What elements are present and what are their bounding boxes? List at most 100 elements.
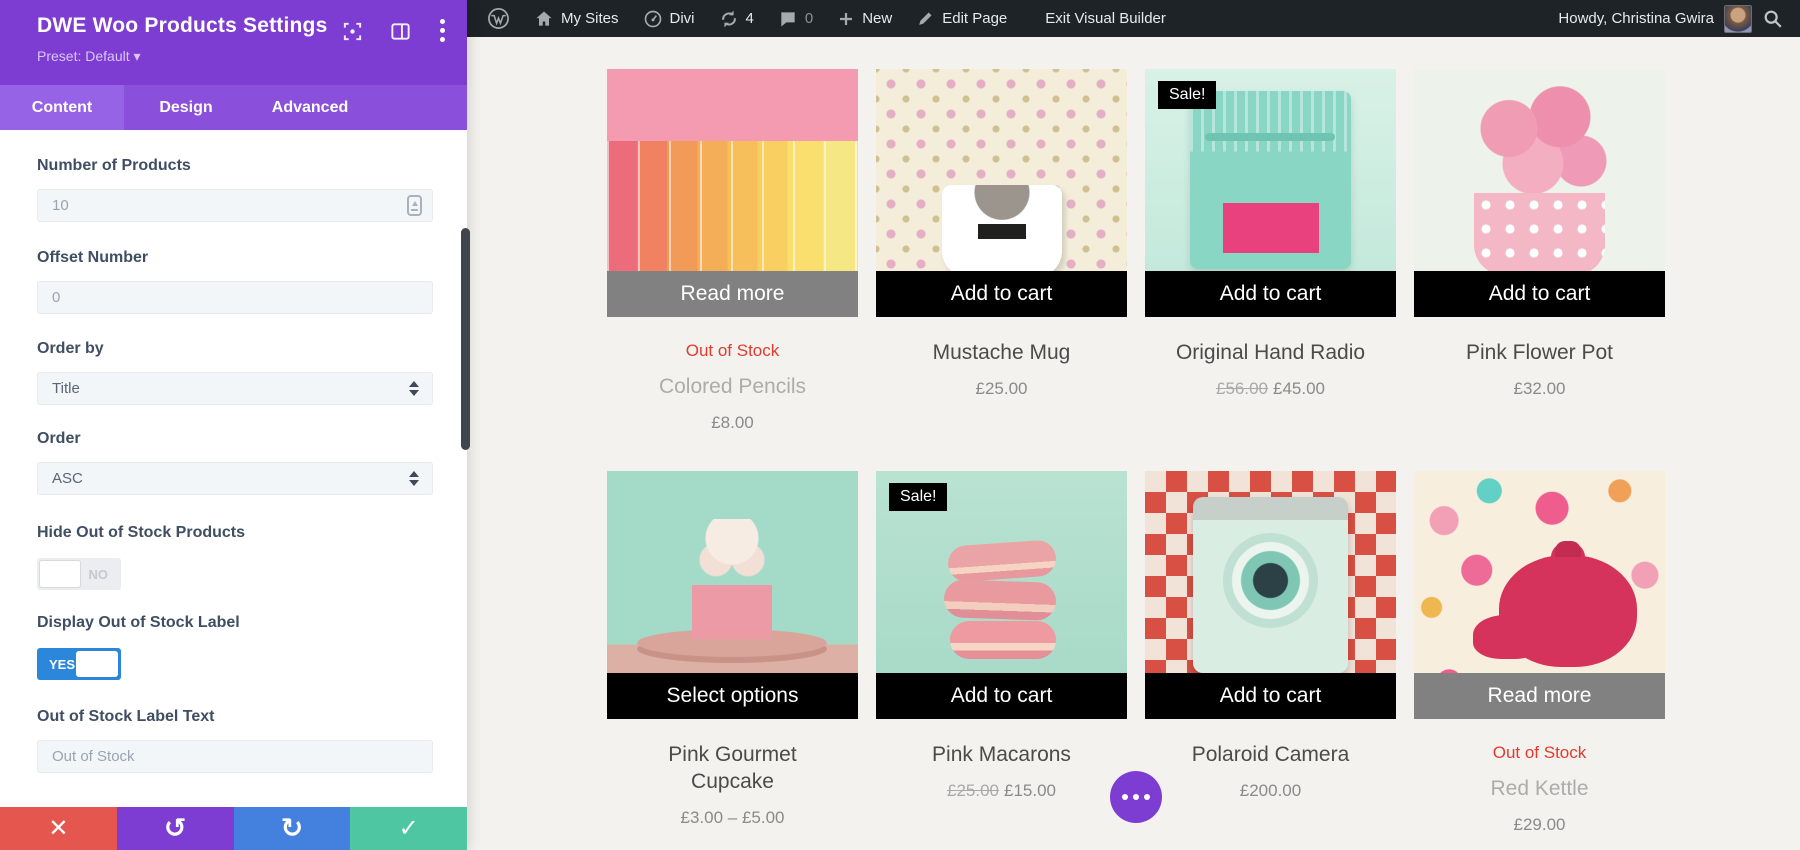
sale-badge: Sale! bbox=[889, 483, 948, 511]
product-image-original-hand-radio[interactable]: Sale! Add to cart bbox=[1145, 69, 1396, 317]
field-number-of-products: Number of Products bbox=[37, 157, 433, 222]
field-label: Order by bbox=[37, 340, 104, 357]
updates-menu[interactable]: 4 bbox=[719, 9, 754, 29]
pencil-icon bbox=[919, 12, 932, 25]
product-image-red-kettle[interactable]: Read more bbox=[1414, 471, 1665, 719]
panel-scrollbar[interactable] bbox=[461, 228, 470, 450]
add-to-cart-button[interactable]: Add to cart bbox=[876, 673, 1127, 719]
field-out-of-stock-label-text: Out of Stock Label Text bbox=[37, 708, 433, 773]
expand-module-icon[interactable] bbox=[341, 20, 364, 43]
sale-price: £45.00 bbox=[1273, 379, 1325, 398]
add-to-cart-button[interactable]: Add to cart bbox=[876, 271, 1127, 317]
select-options-button[interactable]: Select options bbox=[607, 673, 858, 719]
my-sites-menu[interactable]: My Sites bbox=[534, 9, 619, 29]
product-name[interactable]: Pink Macarons bbox=[876, 741, 1127, 768]
module-settings-panel: DWE Woo Products Settings Preset: Defaul… bbox=[0, 0, 467, 850]
add-to-cart-button[interactable]: Add to cart bbox=[1145, 271, 1396, 317]
field-label: Order bbox=[37, 430, 81, 447]
wordpress-logo-menu[interactable] bbox=[487, 7, 510, 30]
chevron-updown-icon bbox=[409, 471, 419, 486]
read-more-button[interactable]: Read more bbox=[607, 271, 858, 317]
product-price: £3.00 – £5.00 bbox=[680, 808, 785, 827]
product-card: Sale! Add to cart Pink Macarons £25.00 £1… bbox=[876, 471, 1127, 801]
product-name[interactable]: Pink Flower Pot bbox=[1414, 339, 1665, 366]
search-icon[interactable] bbox=[1762, 8, 1784, 30]
number-of-products-input[interactable] bbox=[52, 197, 418, 214]
product-card: Read more Out of Stock Colored Pencils £… bbox=[607, 69, 858, 433]
user-avatar[interactable] bbox=[1724, 4, 1752, 33]
number-stepper-icon[interactable] bbox=[407, 195, 422, 216]
product-image-polaroid-camera[interactable]: Add to cart bbox=[1145, 471, 1396, 719]
order-by-select[interactable]: Title bbox=[37, 372, 433, 405]
edit-page-menu[interactable]: Edit Page bbox=[916, 9, 1007, 28]
add-to-cart-button[interactable]: Add to cart bbox=[1145, 673, 1396, 719]
field-label: Offset Number bbox=[37, 249, 149, 266]
undo-button[interactable]: ↺ bbox=[116, 807, 234, 850]
out-of-stock-label: Out of Stock bbox=[685, 341, 780, 360]
product-price: £200.00 bbox=[1239, 781, 1302, 800]
field-display-out-of-stock-label: Display Out of Stock Label YES bbox=[37, 614, 433, 680]
comments-menu[interactable]: 0 bbox=[778, 9, 813, 29]
product-card: Select options Pink Gourmet Cupcake £3.0… bbox=[607, 471, 858, 828]
product-name[interactable]: Colored Pencils bbox=[607, 373, 858, 400]
panel-options-menu-icon[interactable] bbox=[440, 19, 446, 45]
refresh-icon bbox=[721, 10, 736, 27]
out-of-stock-label: Out of Stock bbox=[1492, 743, 1587, 762]
page-settings-ellipsis-button[interactable] bbox=[1110, 771, 1162, 823]
hide-out-of-stock-toggle[interactable]: NO bbox=[37, 558, 121, 590]
panel-action-buttons: ✕ ↺ ↻ ✓ bbox=[0, 807, 467, 850]
plus-icon bbox=[840, 12, 853, 25]
field-offset-number: Offset Number bbox=[37, 249, 433, 314]
out-of-stock-label-text-input[interactable] bbox=[52, 748, 418, 765]
read-more-button[interactable]: Read more bbox=[1414, 673, 1665, 719]
page-canvas: Read more Out of Stock Colored Pencils £… bbox=[467, 0, 1800, 850]
product-image-colored-pencils[interactable]: Read more bbox=[607, 69, 858, 317]
toggle-knob bbox=[76, 651, 118, 677]
old-price: £56.00 bbox=[1216, 379, 1268, 398]
panel-layout-icon[interactable] bbox=[389, 20, 412, 43]
field-hide-out-of-stock: Hide Out of Stock Products NO bbox=[37, 524, 433, 590]
divi-menu[interactable]: Divi bbox=[643, 9, 695, 29]
product-name[interactable]: Original Hand Radio bbox=[1145, 339, 1396, 366]
settings-tabs: Content Design Advanced bbox=[0, 85, 467, 130]
divi-gauge-icon bbox=[644, 10, 661, 27]
new-content-menu[interactable]: New bbox=[837, 10, 892, 28]
product-card: Add to cart Pink Flower Pot £32.00 bbox=[1414, 69, 1665, 399]
product-image-pink-gourmet-cupcake[interactable]: Select options bbox=[607, 471, 858, 719]
product-image-pink-flower-pot[interactable]: Add to cart bbox=[1414, 69, 1665, 317]
product-card: Read more Out of Stock Red Kettle £29.00 bbox=[1414, 471, 1665, 835]
howdy-account-menu[interactable]: Howdy, Christina Gwira bbox=[1558, 10, 1714, 27]
product-price: £32.00 bbox=[1513, 379, 1566, 398]
field-label: Out of Stock Label Text bbox=[37, 708, 215, 725]
product-image-pink-macarons[interactable]: Sale! Add to cart bbox=[876, 471, 1127, 719]
product-card: Add to cart Polaroid Camera £200.00 bbox=[1145, 471, 1396, 801]
order-select[interactable]: ASC bbox=[37, 462, 433, 495]
product-price: £56.00 £45.00 bbox=[1145, 379, 1396, 399]
tab-design[interactable]: Design bbox=[124, 85, 248, 130]
field-order: Order ASC bbox=[37, 430, 433, 495]
field-order-by: Order by Title bbox=[37, 340, 433, 405]
product-name[interactable]: Mustache Mug bbox=[876, 339, 1127, 366]
save-button[interactable]: ✓ bbox=[350, 807, 467, 850]
exit-visual-builder-button[interactable]: Exit Visual Builder bbox=[1045, 10, 1166, 27]
product-name[interactable]: Pink Gourmet Cupcake bbox=[648, 741, 818, 795]
add-to-cart-button[interactable]: Add to cart bbox=[1414, 271, 1665, 317]
product-price: £29.00 bbox=[1513, 815, 1566, 834]
tab-advanced[interactable]: Advanced bbox=[248, 85, 372, 130]
product-image-mustache-mug[interactable]: Add to cart bbox=[876, 69, 1127, 317]
offset-number-input[interactable] bbox=[52, 289, 418, 306]
product-name[interactable]: Red Kettle bbox=[1414, 775, 1665, 802]
product-name[interactable]: Polaroid Camera bbox=[1145, 741, 1396, 768]
product-card: Sale! Add to cart Original Hand Radio £5… bbox=[1145, 69, 1396, 399]
preset-dropdown[interactable]: Preset: Default ▾ bbox=[37, 48, 141, 65]
field-label: Display Out of Stock Label bbox=[37, 614, 240, 631]
panel-title: DWE Woo Products Settings bbox=[37, 14, 328, 37]
redo-button[interactable]: ↻ bbox=[233, 807, 351, 850]
divi-visual-builder: Read more Out of Stock Colored Pencils £… bbox=[0, 0, 1800, 850]
product-price: £25.00 £15.00 bbox=[876, 781, 1127, 801]
wordpress-logo-icon bbox=[488, 8, 509, 29]
discard-button[interactable]: ✕ bbox=[0, 807, 117, 850]
house-icon bbox=[536, 11, 552, 26]
tab-content[interactable]: Content bbox=[0, 85, 124, 130]
display-out-of-stock-label-toggle[interactable]: YES bbox=[37, 648, 121, 680]
